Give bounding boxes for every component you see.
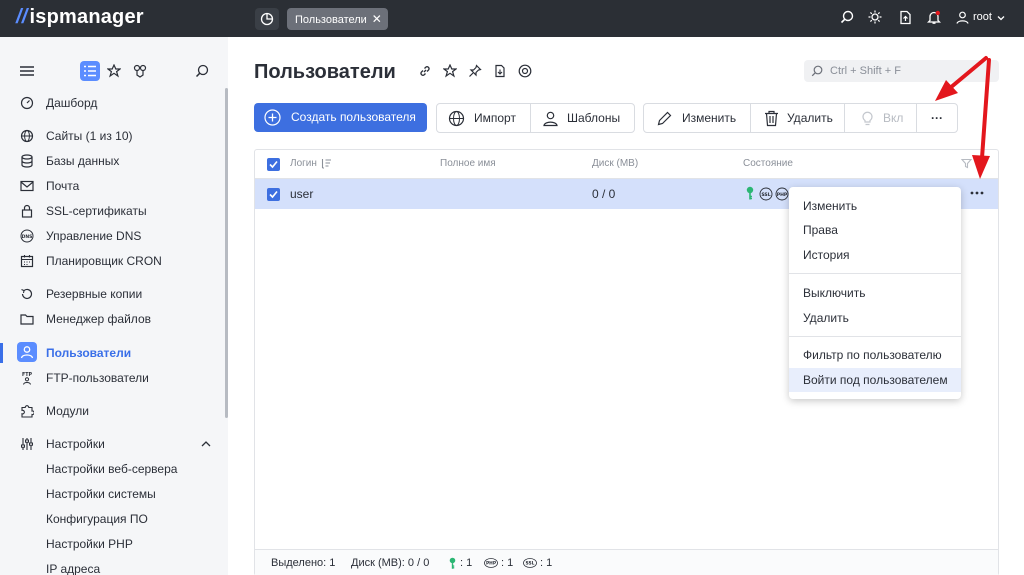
arrow-to-row-more: [972, 58, 991, 179]
arrow-to-toolbar-more: [935, 56, 988, 101]
annotation-arrows: [935, 56, 991, 179]
